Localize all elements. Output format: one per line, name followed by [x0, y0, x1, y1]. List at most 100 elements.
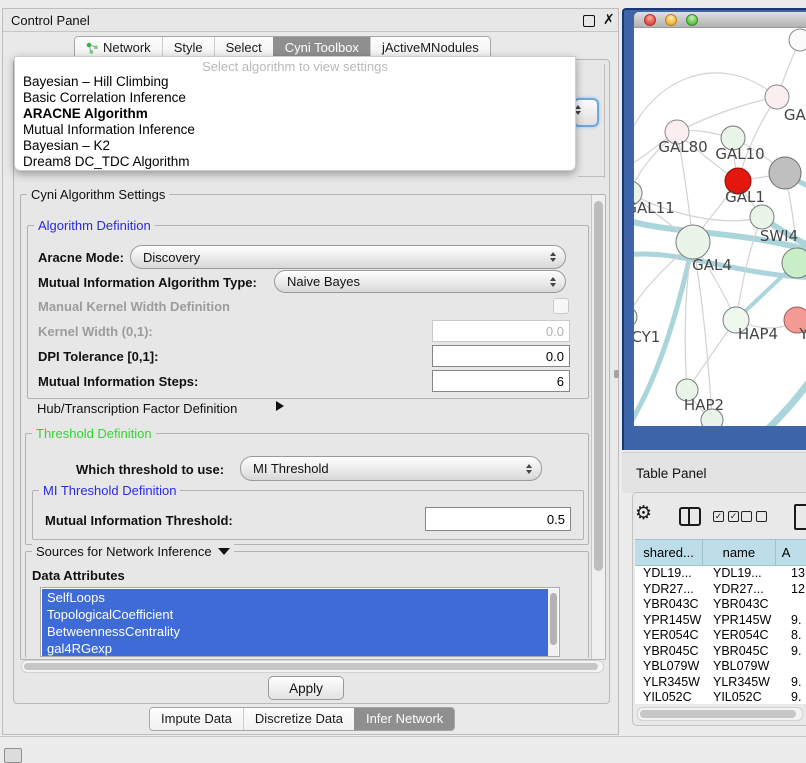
- table-row[interactable]: YBR043CYBR043C: [635, 597, 806, 613]
- which-threshold-select[interactable]: MI Threshold: [240, 456, 542, 481]
- kernel-width-field[interactable]: 0.0: [432, 320, 570, 342]
- deselect-all-columns-icon[interactable]: [741, 511, 767, 522]
- dock-panel-icon[interactable]: [4, 748, 22, 763]
- column-header-name[interactable]: name: [703, 540, 776, 565]
- table-row[interactable]: YER054CYER054C8.: [635, 628, 806, 644]
- attribute-item-betweennesscentrality[interactable]: BetweennessCentrality: [42, 623, 548, 640]
- aracne-mode-label: Aracne Mode:: [38, 250, 124, 265]
- network-node-label: GAL: [784, 106, 806, 124]
- dpi-tolerance-field[interactable]: 0.0: [432, 345, 570, 367]
- mi-type-label: Mutual Information Algorithm Type:: [38, 275, 257, 290]
- inference-algorithm-combo-button[interactable]: [573, 98, 599, 127]
- attribute-item-topologicalcoefficient[interactable]: TopologicalCoefficient: [42, 606, 548, 623]
- settings-hscrollbar[interactable]: [21, 660, 604, 673]
- settings-scrollbar[interactable]: [591, 195, 605, 659]
- minimize-traffic-light-icon[interactable]: [665, 14, 677, 26]
- float-window-icon[interactable]: [583, 15, 595, 27]
- table-row[interactable]: YBR045CYBR045C9.: [635, 644, 806, 660]
- manual-kernel-checkbox[interactable]: [553, 298, 569, 314]
- close-traffic-light-icon[interactable]: [644, 14, 656, 26]
- column-view-icon[interactable]: [679, 507, 701, 526]
- attribute-item-gal4rgexp[interactable]: gal4RGexp: [42, 640, 548, 657]
- tab-impute-data[interactable]: Impute Data: [150, 708, 243, 730]
- table-row[interactable]: YBL079WYBL079W: [635, 659, 806, 675]
- table-cell: YLR345W: [709, 675, 788, 691]
- tab-discretize-data[interactable]: Discretize Data: [243, 708, 354, 730]
- algorithm-popup-list: Bayesian – Hill ClimbingBasic Correlatio…: [15, 74, 575, 170]
- which-threshold-value: MI Threshold: [253, 461, 329, 476]
- dpi-tolerance-label: DPI Tolerance [0,1]:: [38, 349, 158, 364]
- aracne-mode-select[interactable]: Discovery: [130, 245, 566, 269]
- table-cell: 13: [788, 566, 806, 582]
- close-icon[interactable]: ✗: [603, 11, 615, 28]
- table-cell: 9.: [788, 613, 806, 629]
- network-node-swi4[interactable]: [750, 205, 774, 229]
- attribute-item-selfloops[interactable]: SelfLoops: [42, 589, 548, 606]
- network-view-frame: GALGAL80GAL10GAL1GAL11SWI4GAL4GCY1HAP4YH…: [622, 8, 806, 450]
- scrollbar-thumb[interactable]: [640, 710, 796, 718]
- network-node[interactable]: [769, 157, 801, 189]
- scrollbar-thumb[interactable]: [24, 663, 598, 670]
- table-row[interactable]: YIL052CYIL052C9.: [635, 690, 806, 704]
- threshold-definition-title: Threshold Definition: [32, 426, 156, 441]
- sources-group: Sources for Network Inference Data Attri…: [25, 551, 589, 658]
- sources-group-title: Sources for Network Inference: [32, 544, 234, 559]
- select-all-columns-icon[interactable]: ✓✓: [713, 511, 739, 522]
- table-cell: 9.: [788, 675, 806, 691]
- which-threshold-label: Which threshold to use:: [76, 462, 224, 477]
- table-cell: YBR045C: [709, 644, 788, 660]
- gear-icon[interactable]: ⚙: [635, 502, 652, 524]
- network-node-label: GAL4: [692, 256, 732, 274]
- network-node-label: GAL1: [725, 188, 765, 206]
- algorithm-option-mutual-information-inference[interactable]: Mutual Information Inference: [15, 122, 575, 138]
- groupbox-edge: [578, 176, 605, 177]
- network-node[interactable]: [701, 409, 723, 426]
- network-node-label: GAL10: [715, 145, 764, 163]
- splitter-handle[interactable]: [614, 370, 619, 378]
- table-hscrollbar[interactable]: [637, 707, 803, 721]
- expand-arrow-icon[interactable]: [276, 401, 284, 411]
- bottom-tabbar: Impute DataDiscretize DataInfer Network: [149, 707, 455, 731]
- column-header-a[interactable]: A: [776, 540, 806, 565]
- table-cell: YER054C: [635, 628, 709, 644]
- algorithm-definition-title: Algorithm Definition: [34, 218, 155, 233]
- table-row[interactable]: YPR145WYPR145W9.: [635, 613, 806, 629]
- network-node-label: HAP4: [738, 325, 778, 343]
- network-node[interactable]: [789, 29, 806, 51]
- data-attributes-label: Data Attributes: [32, 568, 125, 583]
- scrollbar-thumb[interactable]: [594, 201, 603, 571]
- mi-steps-field[interactable]: 6: [432, 370, 570, 392]
- column-header-shared[interactable]: shared...: [635, 540, 703, 565]
- settings-group-title: Cyni Algorithm Settings: [27, 187, 169, 202]
- algorithm-option-basic-correlation-inference[interactable]: Basic Correlation Inference: [15, 90, 575, 106]
- network-node-gal4[interactable]: [676, 225, 710, 259]
- mi-threshold-label: Mutual Information Threshold:: [45, 513, 233, 528]
- network-node-label: GAL11: [634, 199, 675, 217]
- new-column-icon[interactable]: [794, 504, 806, 530]
- algorithm-option-bayesian-hill-climbing[interactable]: Bayesian – Hill Climbing: [15, 74, 575, 90]
- network-canvas[interactable]: GALGAL80GAL10GAL1GAL11SWI4GAL4GCY1HAP4YH…: [634, 28, 806, 426]
- zoom-traffic-light-icon[interactable]: [686, 14, 698, 26]
- scrollbar-thumb[interactable]: [550, 593, 557, 645]
- table-row[interactable]: YDR27...YDR27...12: [635, 582, 806, 598]
- data-attributes-list[interactable]: SelfLoopsTopologicalCoefficientBetweenne…: [40, 587, 560, 657]
- control-panel-titlebar: Control Panel ✗: [3, 9, 618, 32]
- table-row[interactable]: YLR345WYLR345W9.: [635, 675, 806, 691]
- network-node-gcy1[interactable]: [634, 307, 637, 327]
- apply-button[interactable]: Apply: [268, 676, 344, 700]
- network-window-titlebar[interactable]: [634, 12, 806, 28]
- mi-threshold-field[interactable]: 0.5: [425, 507, 571, 531]
- network-tab-icon: [86, 42, 99, 55]
- collapse-arrow-icon[interactable]: [218, 548, 230, 555]
- mi-algorithm-type-select[interactable]: Naive Bayes: [274, 270, 566, 293]
- table-cell: YPR145W: [709, 613, 788, 629]
- network-node[interactable]: [782, 248, 806, 278]
- algorithm-option-dream8-dc-tdc-algorithm[interactable]: Dream8 DC_TDC Algorithm: [15, 154, 575, 170]
- table-cell: YBL079W: [635, 659, 709, 675]
- network-node-label: SWI4: [760, 227, 798, 245]
- attributes-scrollbar[interactable]: [548, 589, 558, 657]
- tab-infer-network[interactable]: Infer Network: [354, 708, 454, 730]
- table-row[interactable]: YDL19...YDL19...13: [635, 566, 806, 582]
- algorithm-option-aracne-algorithm[interactable]: ARACNE Algorithm: [15, 106, 575, 122]
- algorithm-option-bayesian-k2[interactable]: Bayesian – K2: [15, 138, 575, 154]
